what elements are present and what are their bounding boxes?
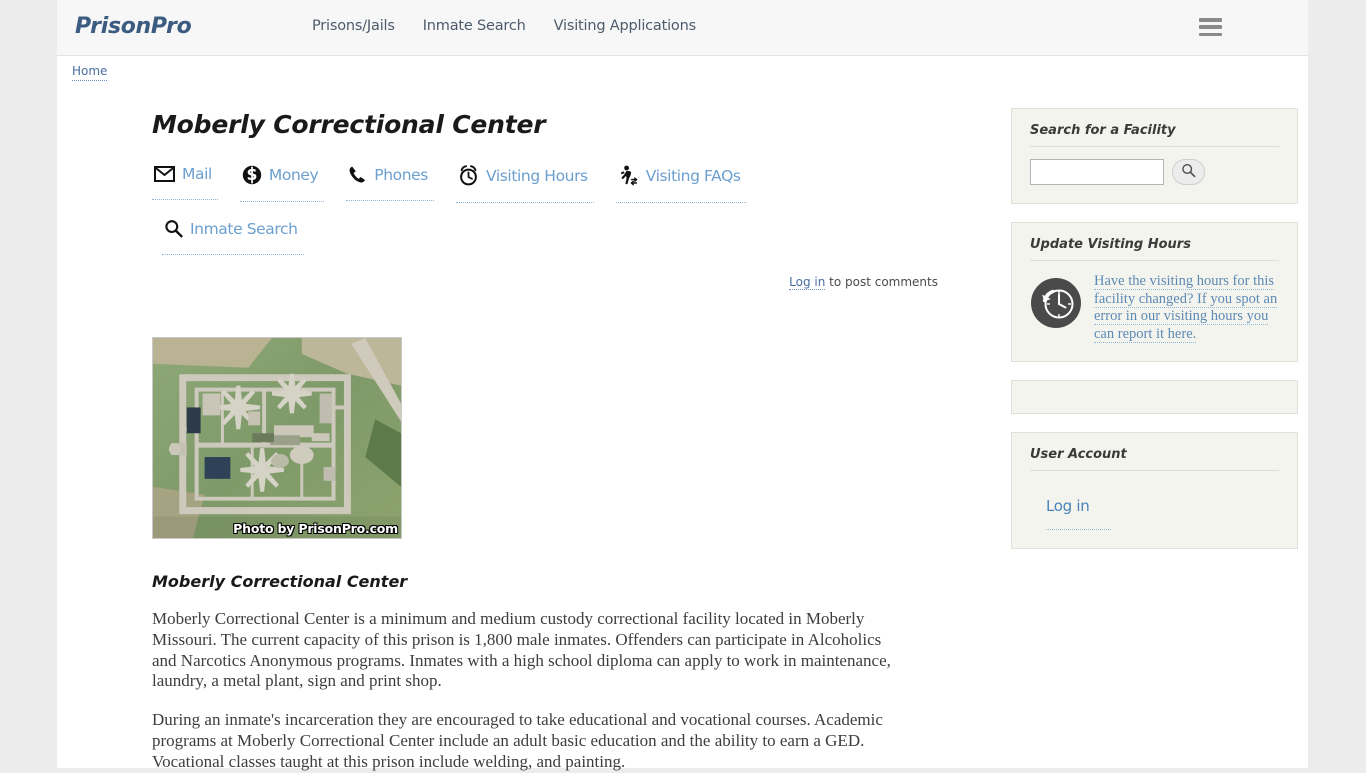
main-navigation: Prisons/Jails Inmate Search Visiting App…: [312, 18, 696, 34]
quick-link-mail[interactable]: Mail: [152, 165, 218, 200]
body-paragraph: During an inmate's incarceration they ar…: [152, 710, 883, 771]
panel-title: User Account: [1030, 447, 1279, 471]
sidebar-login-link[interactable]: Log in: [1046, 497, 1112, 530]
facility-quick-links-row-secondary: Inmate Search: [162, 219, 942, 255]
quick-link-money[interactable]: S Money: [239, 165, 325, 202]
quick-link-label: Mail: [182, 165, 212, 183]
panel-title: Search for a Facility: [1030, 123, 1279, 147]
quick-link-phones[interactable]: Phones: [346, 165, 434, 201]
quick-link-label: Inmate Search: [190, 219, 298, 238]
breadcrumb: Home: [72, 64, 108, 81]
alarm-clock-icon: [458, 165, 479, 186]
site-header: PrisonPro Prisons/Jails Inmate Search Vi…: [57, 0, 1308, 56]
comments-notice: Log in to post comments: [152, 275, 942, 290]
update-hours-row: Have the visiting hours for this facilit…: [1030, 273, 1279, 343]
mail-icon: [154, 166, 175, 182]
aerial-prison-image: [153, 338, 401, 538]
hamburger-bar: [1199, 25, 1222, 29]
update-visiting-hours-link[interactable]: Have the visiting hours for this facilit…: [1094, 273, 1279, 343]
login-to-comment-link[interactable]: Log in: [789, 275, 826, 290]
search-submit-button[interactable]: [1172, 159, 1205, 185]
site-logo[interactable]: PrisonPro: [75, 14, 192, 39]
quick-link-label: Money: [268, 166, 319, 184]
quick-link-visiting-faqs[interactable]: Visiting FAQs: [615, 165, 747, 203]
body-paragraph: Moberly Correctional Center is a minimum…: [152, 609, 891, 691]
empty-sidebar-panel: [1011, 380, 1298, 414]
main-content: Moberly Correctional Center Mail S: [152, 110, 942, 773]
nav-item-visiting-applications[interactable]: Visiting Applications: [554, 18, 697, 34]
quick-link-inmate-search[interactable]: Inmate Search: [162, 219, 304, 255]
walking-person-icon: [618, 165, 639, 186]
search-input[interactable]: [1030, 159, 1164, 185]
body-heading: Moberly Correctional Center: [152, 572, 408, 591]
update-visiting-hours-panel: Update Visiting Hours Have the visiting …: [1011, 222, 1298, 362]
nav-item-prisons-jails[interactable]: Prisons/Jails: [312, 18, 395, 34]
nav-item-inmate-search[interactable]: Inmate Search: [423, 18, 526, 34]
photo-credit: Photo by PrisonPro.com: [233, 521, 398, 536]
search-facility-panel: Search for a Facility: [1011, 108, 1298, 204]
quick-link-label: Visiting FAQs: [645, 166, 741, 185]
panel-title: Update Visiting Hours: [1030, 237, 1279, 261]
facility-quick-links-row: Mail S Money Phones: [152, 165, 942, 203]
search-icon: [1181, 163, 1196, 181]
search-icon: [164, 219, 183, 238]
breadcrumb-home-link[interactable]: Home: [72, 64, 108, 81]
sidebar: Search for a Facility Update Visiting Ho…: [1011, 108, 1298, 567]
facility-photo: Photo by PrisonPro.com: [152, 337, 402, 539]
page-title: Moberly Correctional Center: [152, 110, 546, 139]
update-visiting-hours-text: Have the visiting hours for this facilit…: [1094, 273, 1278, 343]
money-icon: S: [242, 165, 262, 185]
hamburger-bar: [1199, 18, 1222, 22]
quick-link-label: Phones: [374, 165, 428, 184]
facility-search-row: [1030, 159, 1279, 185]
quick-link-visiting-hours[interactable]: Visiting Hours: [455, 165, 594, 203]
quick-link-label: Visiting Hours: [485, 166, 588, 185]
hamburger-bar: [1199, 32, 1222, 36]
user-account-panel: User Account Log in: [1011, 432, 1298, 549]
clock-refresh-icon: [1030, 273, 1082, 334]
hamburger-menu-icon[interactable]: [1199, 18, 1222, 36]
phone-icon: [348, 165, 367, 184]
comments-suffix: to post comments: [825, 275, 938, 289]
page-container: PrisonPro Prisons/Jails Inmate Search Vi…: [57, 0, 1308, 771]
